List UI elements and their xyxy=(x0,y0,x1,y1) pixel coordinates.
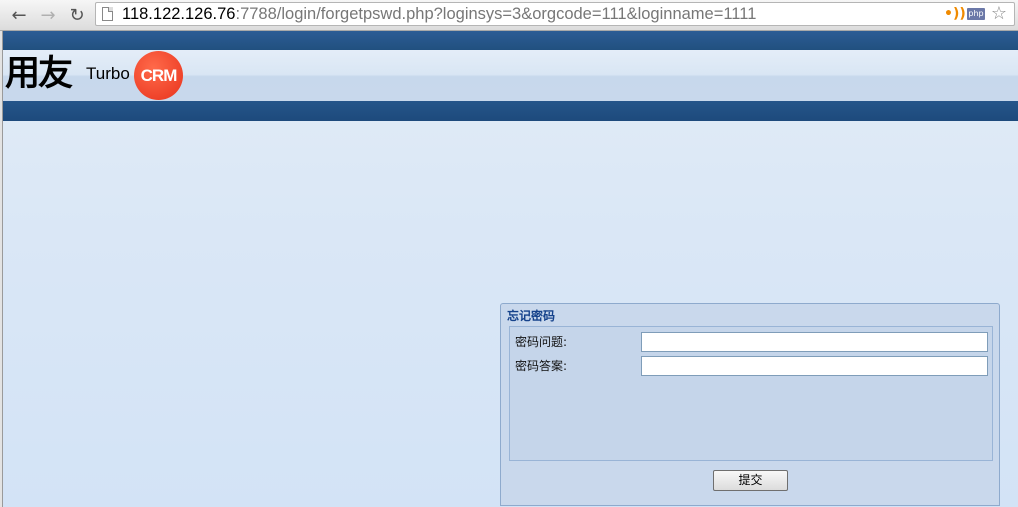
forward-arrow-icon[interactable]: → xyxy=(37,4,59,26)
header-top-band xyxy=(3,31,1018,50)
php-extension-icon[interactable]: php xyxy=(967,8,985,20)
answer-label: 密码答案: xyxy=(515,359,568,373)
browser-toolbar: ← → ↻ 118.122.126.76:7788/login/forgetps… xyxy=(0,0,1018,31)
question-label: 密码问题: xyxy=(515,335,568,349)
logo-product-name: Turbo xyxy=(86,64,130,83)
reload-icon[interactable]: ↻ xyxy=(66,4,88,26)
logo-brand-cn: 用友 xyxy=(5,54,73,94)
forgot-password-panel: 忘记密码 密码问题: 密码答案: 提交 xyxy=(500,303,1000,506)
address-bar[interactable]: 118.122.126.76:7788/login/forgetpswd.php… xyxy=(95,2,1015,26)
header-bottom-band xyxy=(3,101,1018,121)
url-host: 118.122.126.76 xyxy=(122,5,236,23)
logo-crm-text: CRM xyxy=(140,66,178,85)
password-answer-input[interactable] xyxy=(641,356,988,376)
password-question-input[interactable] xyxy=(641,332,988,352)
url-text[interactable]: 118.122.126.76:7788/login/forgetpswd.php… xyxy=(122,4,756,24)
url-path: :7788/login/forgetpswd.php?loginsys=3&or… xyxy=(235,5,757,23)
panel-title: 忘记密码 xyxy=(507,309,556,323)
back-arrow-icon[interactable]: ← xyxy=(8,4,30,26)
panel-form-body: 密码问题: 密码答案: xyxy=(509,326,993,461)
page-icon xyxy=(102,7,113,21)
page-content: 用友 Turbo CRM 忘记密码 密码问题: 密码答案: 提交 xyxy=(2,31,1018,507)
bookmark-star-icon[interactable]: ☆ xyxy=(989,4,1009,24)
rss-icon[interactable]: •)) xyxy=(944,6,966,22)
submit-button[interactable]: 提交 xyxy=(713,470,788,491)
